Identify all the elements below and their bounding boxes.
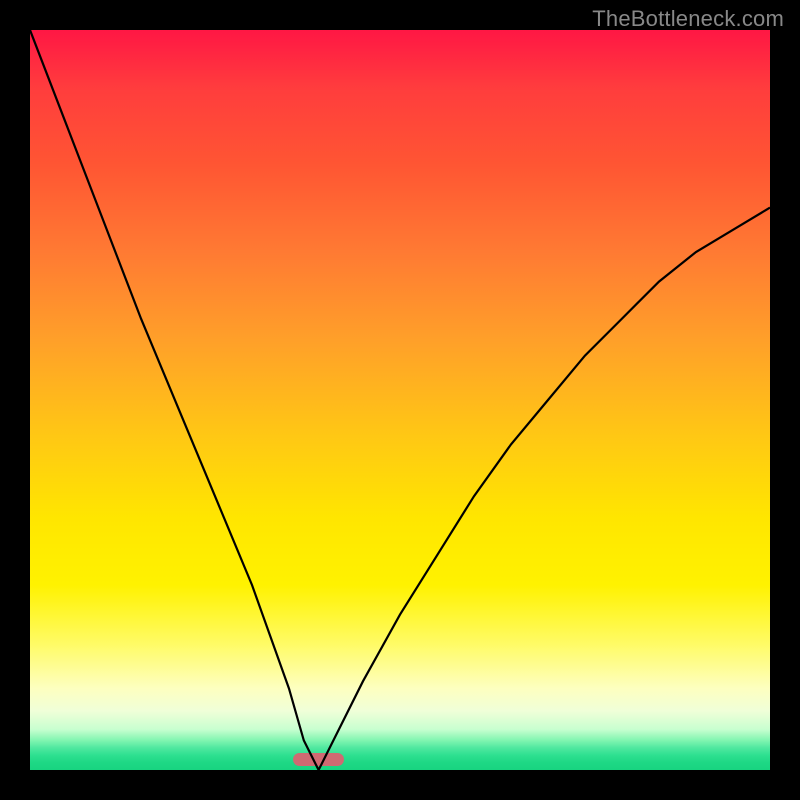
chart-frame: TheBottleneck.com	[0, 0, 800, 800]
curve-path	[30, 30, 770, 770]
plot-area	[30, 30, 770, 770]
watermark-text: TheBottleneck.com	[592, 6, 784, 32]
bottleneck-curve	[30, 30, 770, 770]
